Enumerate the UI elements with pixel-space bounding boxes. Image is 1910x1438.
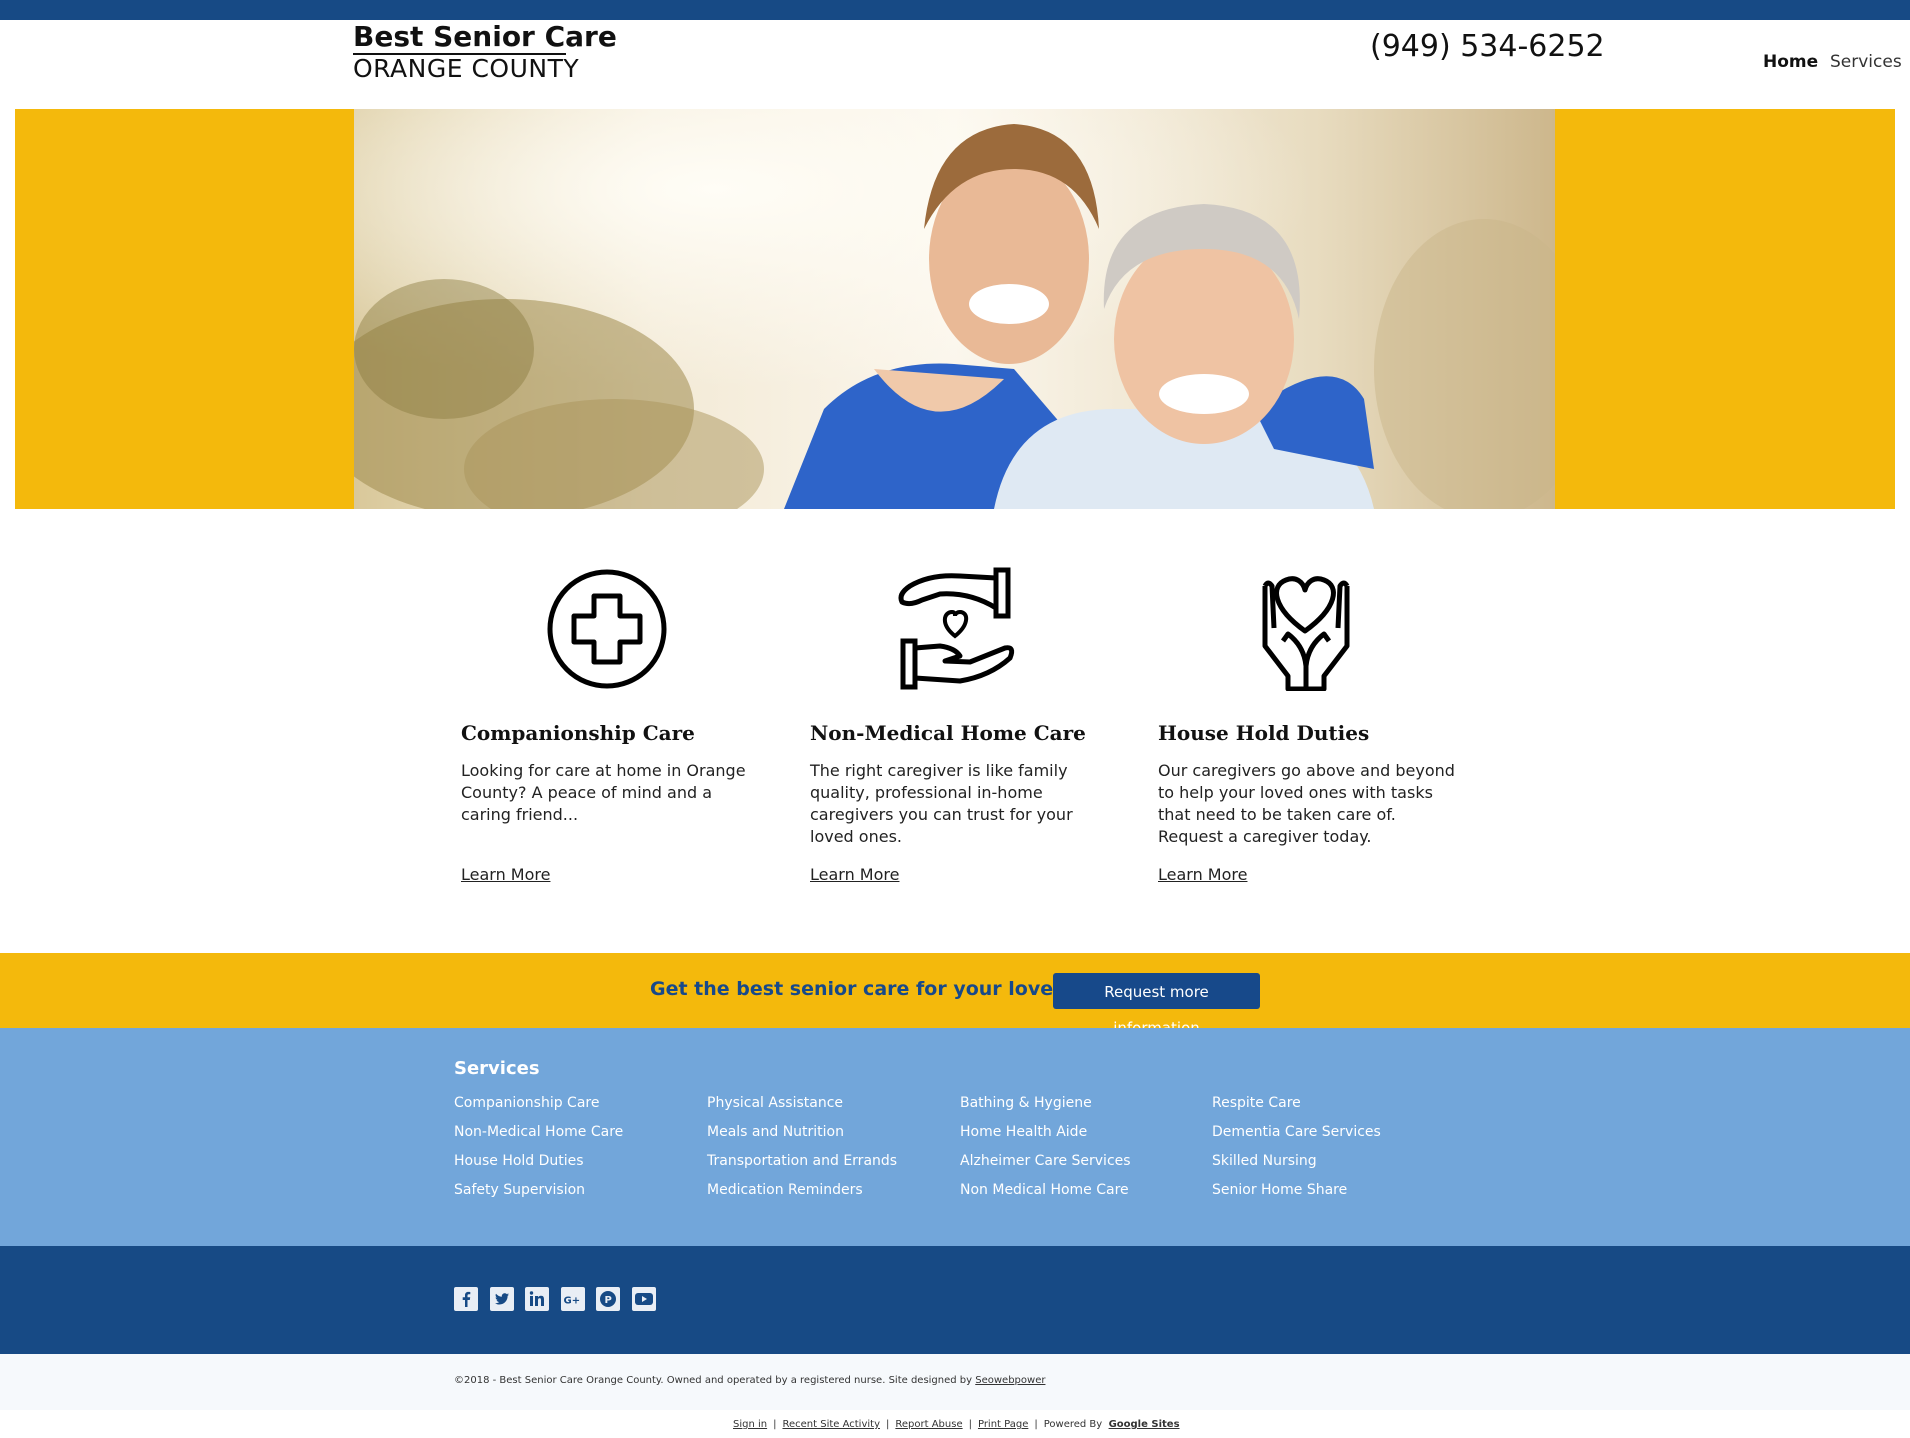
feature-title: Non-Medical Home Care: [810, 721, 1086, 745]
learn-more-link[interactable]: Learn More: [1158, 865, 1247, 884]
feature-text: The right caregiver is like family quali…: [810, 761, 1073, 846]
service-link[interactable]: Skilled Nursing: [1212, 1153, 1462, 1182]
svg-text:G+: G+: [563, 1296, 580, 1307]
feature-text: Looking for care at home in Orange Count…: [461, 761, 746, 824]
service-link[interactable]: Medication Reminders: [707, 1182, 957, 1211]
feature-title: Companionship Care: [461, 721, 695, 745]
service-link[interactable]: Physical Assistance: [707, 1095, 957, 1124]
service-link[interactable]: Home Health Aide: [960, 1124, 1210, 1153]
services-footer: Services Companionship Care Non-Medical …: [0, 1028, 1910, 1246]
services-heading: Services: [454, 1058, 540, 1079]
hero-photo: [354, 109, 1555, 509]
nav-services[interactable]: Services: [1830, 52, 1902, 72]
top-bar: [0, 0, 1910, 20]
social-band: G+ P: [0, 1246, 1910, 1354]
social-icons: G+ P: [454, 1287, 662, 1311]
designer-link[interactable]: Seowebpower: [975, 1375, 1045, 1386]
service-link[interactable]: Bathing & Hygiene: [960, 1095, 1210, 1124]
google-plus-icon[interactable]: G+: [560, 1287, 585, 1311]
service-link[interactable]: Senior Home Share: [1212, 1182, 1462, 1211]
services-column-4: Respite Care Dementia Care Services Skil…: [1212, 1095, 1462, 1211]
service-link[interactable]: Companionship Care: [454, 1095, 704, 1124]
facebook-icon[interactable]: [454, 1287, 478, 1311]
powered-by-text: Powered By: [1043, 1419, 1103, 1430]
youtube-icon[interactable]: [631, 1287, 656, 1311]
medical-cross-icon: [461, 566, 761, 691]
service-link[interactable]: Dementia Care Services: [1212, 1124, 1462, 1153]
services-column-2: Physical Assistance Meals and Nutrition …: [707, 1095, 957, 1211]
site-links: Sign in | Recent Site Activity | Report Abus…: [733, 1419, 1180, 1430]
phone-number[interactable]: (949) 534-6252: [1370, 29, 1605, 64]
service-link[interactable]: Transportation and Errands: [707, 1153, 957, 1182]
service-link[interactable]: Non Medical Home Care: [960, 1182, 1210, 1211]
service-link[interactable]: Non-Medical Home Care: [454, 1124, 704, 1153]
copyright-band: ©2018 - Best Senior Care Orange County. …: [0, 1354, 1910, 1410]
services-column-3: Bathing & Hygiene Home Health Aide Alzhe…: [960, 1095, 1210, 1211]
heart-hands-icon: [1158, 566, 1458, 692]
feature-title: House Hold Duties: [1158, 721, 1370, 745]
service-link[interactable]: House Hold Duties: [454, 1153, 704, 1182]
request-info-button[interactable]: Request more information: [1053, 973, 1260, 1037]
svg-text:P: P: [605, 1295, 612, 1306]
pinterest-icon[interactable]: P: [596, 1287, 621, 1311]
caring-hands-icon: [810, 566, 1110, 691]
linkedin-icon[interactable]: [525, 1287, 550, 1311]
recent-activity-link[interactable]: Recent Site Activity: [782, 1419, 880, 1430]
copyright-text: ©2018 - Best Senior Care Orange County. …: [454, 1375, 1046, 1386]
service-link[interactable]: Meals and Nutrition: [707, 1124, 957, 1153]
service-link[interactable]: Alzheimer Care Services: [960, 1153, 1210, 1182]
twitter-icon[interactable]: [489, 1287, 514, 1311]
print-page-link[interactable]: Print Page: [978, 1419, 1028, 1430]
learn-more-link[interactable]: Learn More: [810, 865, 899, 884]
services-column-1: Companionship Care Non-Medical Home Care…: [454, 1095, 704, 1211]
feature-text: Our caregivers go above and beyond to he…: [1158, 761, 1455, 846]
cta-band: Get the best senior care for your loved …: [0, 953, 1910, 1037]
brand-title[interactable]: Best Senior Care: [353, 20, 617, 53]
cta-text: Get the best senior care for your loved …: [650, 978, 1120, 1000]
service-link[interactable]: Safety Supervision: [454, 1182, 704, 1211]
sign-in-link[interactable]: Sign in: [733, 1419, 767, 1430]
brand-subtitle[interactable]: ORANGE COUNTY: [353, 54, 579, 83]
nav-home[interactable]: Home: [1763, 52, 1818, 72]
report-abuse-link[interactable]: Report Abuse: [895, 1419, 962, 1430]
service-link[interactable]: Respite Care: [1212, 1095, 1462, 1124]
google-sites-link[interactable]: Google Sites: [1109, 1419, 1180, 1430]
learn-more-link[interactable]: Learn More: [461, 865, 550, 884]
